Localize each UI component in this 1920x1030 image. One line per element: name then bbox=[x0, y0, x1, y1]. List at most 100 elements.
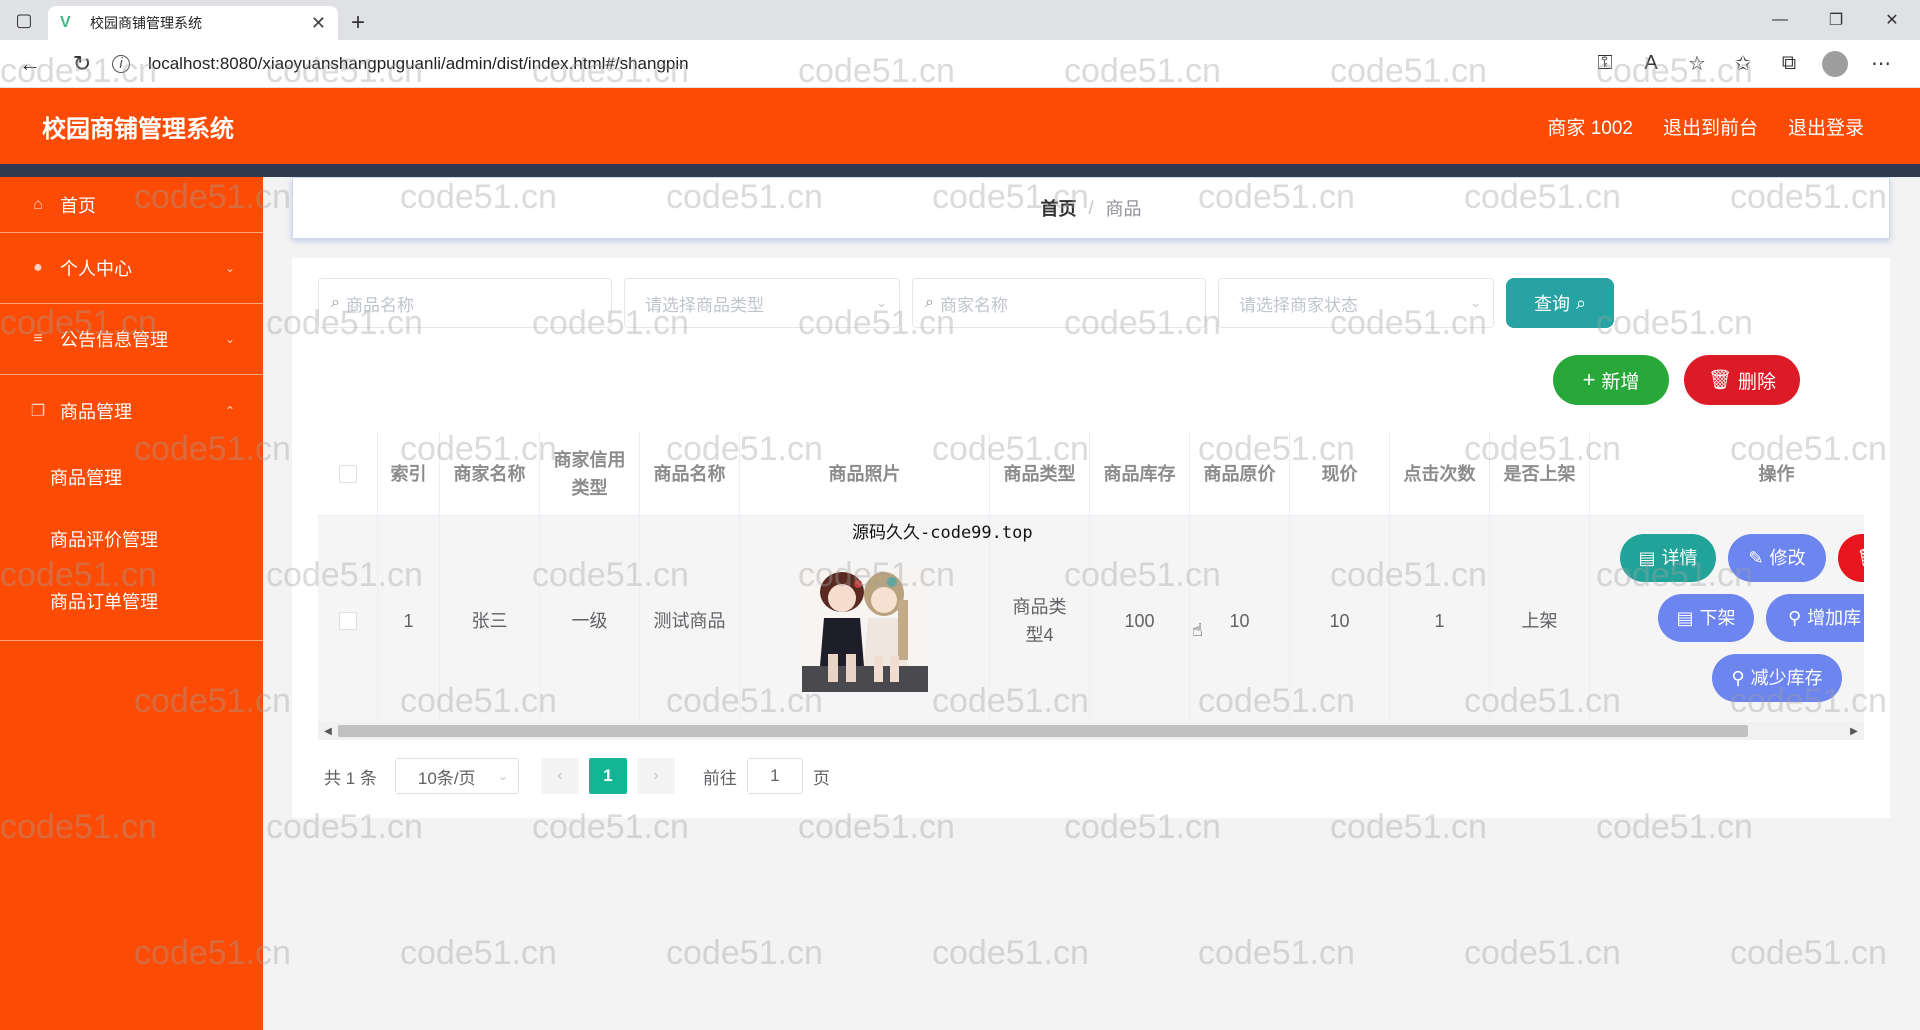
add-stock-label: 增加库 bbox=[1807, 608, 1862, 628]
edit-button[interactable]: ✎ 修改 bbox=[1728, 534, 1826, 582]
sidebar-item-notices[interactable]: ≡ 公告信息管理 ⌄ bbox=[0, 304, 263, 375]
query-label: 查询 bbox=[1533, 294, 1570, 314]
copy-icon: ❐ bbox=[30, 402, 46, 420]
home-icon: ⌂ bbox=[33, 195, 43, 213]
sidebar: ⌂ 首页 ● 个人中心 ⌄ ≡ 公告信息管理 ⌄ ❐ 商品管理 ⌃ 商品管理 商… bbox=[0, 177, 263, 1030]
location-icon: ⚲ bbox=[1788, 608, 1802, 628]
cell-credit-type: 一级 bbox=[540, 516, 640, 726]
prev-page-button[interactable]: ‹ bbox=[540, 758, 579, 794]
header-divider bbox=[0, 164, 1920, 177]
cell-merchant-name: 张三 bbox=[440, 516, 540, 726]
browser-tab[interactable]: V 校园商铺管理系统 ✕ bbox=[48, 6, 338, 40]
profile-icon[interactable] bbox=[1812, 42, 1858, 86]
cell-ops: ▤ 详情 ✎ 修改 🗑 ▤ 下架 ⚲ 增加库 bbox=[1590, 516, 1864, 726]
logout-link[interactable]: 退出登录 bbox=[1788, 113, 1864, 140]
cell-product-name: 测试商品 bbox=[640, 516, 740, 726]
products-submenu: 商品管理 商品评价管理 商品订单管理 bbox=[0, 446, 263, 641]
key-icon[interactable]: ⚿ bbox=[1582, 42, 1628, 86]
anime-illustration bbox=[801, 570, 928, 692]
breadcrumb-separator: / bbox=[1088, 197, 1094, 218]
col-credit-type: 商家信用类型 bbox=[540, 432, 640, 515]
breadcrumb-home[interactable]: 首页 bbox=[1040, 195, 1076, 221]
sidebar-item-profile[interactable]: ● 个人中心 ⌄ bbox=[0, 233, 263, 304]
product-name-placeholder: 商品名称 bbox=[345, 295, 414, 315]
select-all-checkbox[interactable] bbox=[338, 464, 357, 483]
off-shelf-button[interactable]: ▤ 下架 bbox=[1658, 594, 1754, 642]
address-bar: ← ↻ i localhost:8080/xiaoyuanshangpuguan… bbox=[0, 40, 1920, 88]
sidebar-subitem-product-orders[interactable]: 商品订单管理 bbox=[0, 570, 263, 632]
favorites-icon[interactable]: ✩ bbox=[1720, 42, 1766, 86]
product-table: 索引 商家名称 商家信用类型 商品名称 商品照片 商品类型 商品库存 商品原价 … bbox=[318, 432, 1864, 732]
merchant-name-input[interactable]: ⌕ 商家名称 bbox=[912, 278, 1206, 328]
query-button[interactable]: 查询 ⌕ bbox=[1506, 278, 1614, 328]
breadcrumb-current: 商品 bbox=[1105, 199, 1142, 219]
more-icon[interactable]: ⋯ bbox=[1858, 42, 1904, 86]
sidebar-item-label: 首页 bbox=[60, 195, 96, 216]
product-type-placeholder: 请选择商品类型 bbox=[645, 295, 764, 315]
merchant-name-placeholder: 商家名称 bbox=[939, 295, 1008, 315]
goto-prefix: 前往 bbox=[702, 768, 737, 788]
scroll-right-icon[interactable]: ▶ bbox=[1846, 722, 1862, 740]
url-field[interactable]: i localhost:8080/xiaoyuanshangpuguanli/a… bbox=[112, 47, 1582, 81]
app-header: 校园商铺管理系统 商家 1002 退出到前台 退出登录 bbox=[0, 88, 1920, 164]
cell-on-shelf: 上架 bbox=[1490, 516, 1590, 726]
tab-close-icon[interactable]: ✕ bbox=[311, 13, 326, 34]
tab-actions-icon[interactable]: ▢ bbox=[0, 0, 48, 40]
user-icon: ● bbox=[33, 259, 43, 276]
add-stock-button[interactable]: ⚲ 增加库 bbox=[1766, 594, 1864, 642]
cell-stock: 100 bbox=[1090, 516, 1190, 726]
horizontal-scrollbar[interactable]: ◀ ▶ bbox=[318, 722, 1864, 740]
cell-index: 1 bbox=[378, 516, 440, 726]
chevron-down-icon: ⌄ bbox=[497, 769, 508, 783]
delete-button[interactable]: 🗑 删除 bbox=[1684, 355, 1800, 405]
hand-cursor-icon: ☝ bbox=[1192, 620, 1203, 640]
sidebar-item-home[interactable]: ⌂ 首页 bbox=[0, 177, 263, 233]
browser-tab-bar: ▢ V 校园商铺管理系统 ✕ + — ❐ ✕ bbox=[0, 0, 1920, 40]
sidebar-subitem-product-reviews[interactable]: 商品评价管理 bbox=[0, 508, 263, 570]
reload-icon[interactable]: ↻ bbox=[60, 42, 104, 86]
scroll-thumb[interactable] bbox=[338, 725, 1748, 737]
row-checkbox[interactable] bbox=[338, 612, 357, 630]
scroll-left-icon[interactable]: ◀ bbox=[320, 722, 336, 740]
reduce-stock-button[interactable]: ⚲ 减少库存 bbox=[1712, 654, 1842, 702]
col-product-type: 商品类型 bbox=[990, 432, 1090, 515]
back-icon[interactable]: ← bbox=[8, 42, 52, 86]
merchant-status-placeholder: 请选择商家状态 bbox=[1239, 295, 1358, 315]
exit-to-front-link[interactable]: 退出到前台 bbox=[1663, 113, 1758, 140]
delete-row-button[interactable]: 🗑 bbox=[1838, 534, 1864, 582]
delete-label: 删除 bbox=[1738, 371, 1777, 393]
watermark: code51.cn bbox=[400, 934, 557, 972]
window-close-icon[interactable]: ✕ bbox=[1864, 0, 1920, 40]
col-current-price: 现价 bbox=[1290, 432, 1390, 515]
site-info-icon[interactable]: i bbox=[112, 54, 130, 73]
next-page-button[interactable]: › bbox=[636, 758, 675, 794]
product-name-input[interactable]: ⌕ 商品名称 bbox=[318, 278, 612, 328]
document-icon: ▤ bbox=[1676, 608, 1694, 628]
detail-button[interactable]: ▤ 详情 bbox=[1620, 534, 1716, 582]
page-size-select[interactable]: 10条/页 ⌄ bbox=[394, 758, 519, 794]
watermark: code51.cn bbox=[932, 934, 1089, 972]
merchant-status-select[interactable]: 请选择商家状态 ⌄ bbox=[1218, 278, 1494, 328]
table-row[interactable]: 1 张三 一级 测试商品 商品类型4 100 10 10 1 上架 ▤ 详情 ✎… bbox=[318, 516, 1864, 726]
sidebar-subitem-product-manage[interactable]: 商品管理 bbox=[0, 446, 263, 508]
window-controls: — ❐ ✕ bbox=[1752, 0, 1920, 40]
collections-icon[interactable]: ⧉ bbox=[1766, 42, 1812, 86]
read-aloud-icon[interactable]: A bbox=[1628, 42, 1674, 86]
watermark: code51.cn bbox=[1464, 934, 1621, 972]
product-photo[interactable] bbox=[801, 570, 928, 692]
page-number[interactable]: 1 bbox=[588, 758, 627, 794]
favorite-add-icon[interactable]: ☆ bbox=[1674, 42, 1720, 86]
add-button[interactable]: + 新增 bbox=[1553, 355, 1669, 405]
chevron-down-icon: ⌄ bbox=[876, 295, 887, 310]
col-stock: 商品库存 bbox=[1090, 432, 1190, 515]
col-product-name: 商品名称 bbox=[640, 432, 740, 515]
goto-page-input[interactable]: 1 bbox=[746, 758, 803, 794]
watermark: code51.cn bbox=[1198, 934, 1355, 972]
product-type-select[interactable]: 请选择商品类型 ⌄ bbox=[624, 278, 900, 328]
row-select-cell bbox=[318, 516, 378, 726]
sidebar-item-products[interactable]: ❐ 商品管理 ⌃ bbox=[0, 375, 263, 446]
restore-icon[interactable]: ❐ bbox=[1808, 0, 1864, 40]
minimize-icon[interactable]: — bbox=[1752, 0, 1808, 40]
new-tab-icon[interactable]: + bbox=[338, 6, 378, 40]
pencil-icon: ✎ bbox=[1748, 548, 1764, 568]
